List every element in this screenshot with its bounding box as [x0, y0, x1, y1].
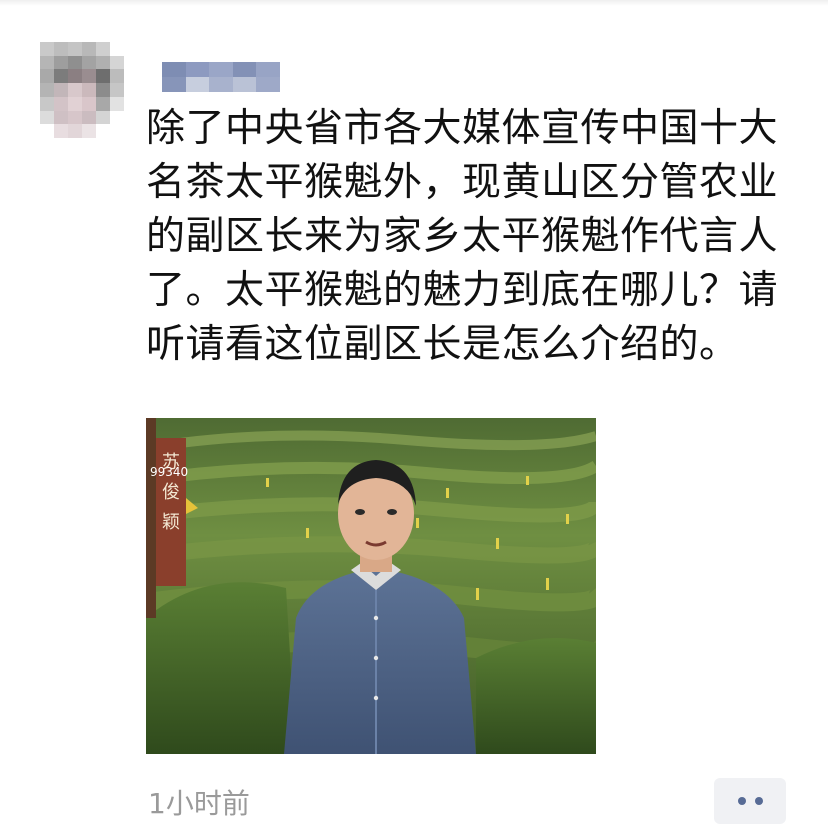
avatar[interactable]	[40, 42, 124, 138]
sign-char-3: 颖	[162, 512, 180, 533]
more-dots-icon	[737, 797, 746, 805]
video-thumbnail[interactable]: 苏 俊 颖 99340	[146, 418, 596, 754]
more-button[interactable]	[714, 778, 786, 824]
nickname[interactable]	[162, 62, 280, 92]
sign-number: 99340	[150, 465, 188, 479]
sign-char-2: 俊	[162, 482, 180, 503]
more-dots-icon	[754, 797, 763, 805]
top-divider	[0, 0, 828, 6]
post-text: 除了中央省市各大媒体宣传中国十大名茶太平猴魁外，现黄山区分管农业的副区长来为家乡…	[146, 106, 779, 367]
post-timestamp: 1小时前	[148, 787, 250, 820]
